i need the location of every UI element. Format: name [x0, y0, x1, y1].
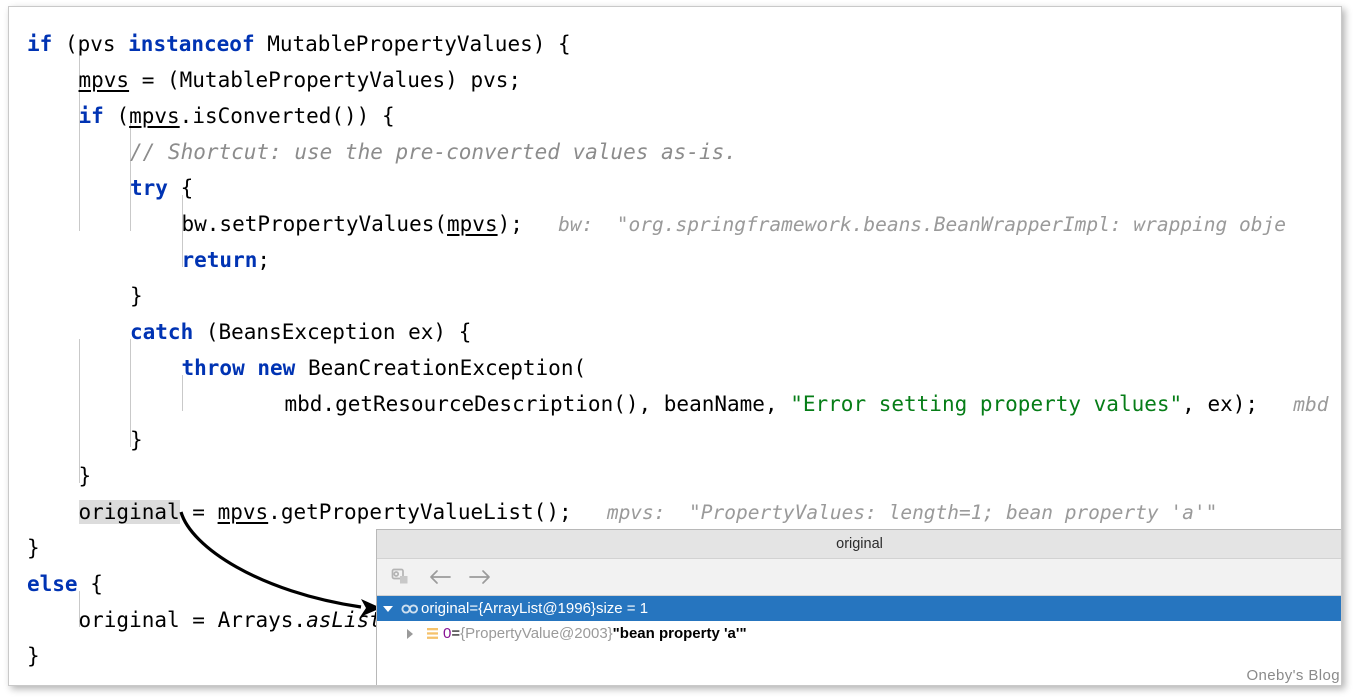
code-line[interactable]: } — [27, 530, 40, 566]
code-token: } — [78, 464, 92, 488]
code-token: mpvs — [129, 104, 180, 128]
watermark: Oneby's Blog — [1246, 667, 1340, 684]
code-line[interactable]: else { — [27, 566, 103, 602]
collection-icon — [399, 603, 421, 615]
chevron-down-icon[interactable] — [377, 603, 399, 615]
code-token: mpvs — [217, 500, 269, 524]
code-token: asList — [306, 608, 382, 632]
tree-node-type: {ArrayList@1996} — [478, 600, 596, 617]
keyword: if — [78, 104, 104, 128]
tree-node-size: size = 1 — [595, 600, 649, 617]
inline-hint: bw: "org.springframework.beans.BeanWrapp… — [522, 213, 1286, 236]
code-token: (BeansException ex) { — [193, 320, 472, 344]
code-token: , ex); — [1182, 392, 1259, 416]
code-line[interactable]: } — [130, 278, 143, 314]
code-token: mpvs — [447, 212, 498, 236]
code-comment: // Shortcut: use the pre-converted value… — [130, 140, 737, 164]
keyword: return — [181, 248, 258, 272]
keyword: throw — [181, 356, 245, 380]
code-token: BeanCreationException( — [295, 356, 587, 380]
code-token: mbd.getResourceDescription(), beanName, — [284, 392, 791, 416]
code-line[interactable]: bw.setPropertyValues(mpvs); bw: "org.spr… — [182, 206, 1287, 242]
debug-variable-tree[interactable]: original = {ArrayList@1996} size = 10 = … — [377, 596, 1341, 646]
tree-node-type: {PropertyValue@2003} — [460, 625, 613, 642]
code-line[interactable]: if (pvs instanceof MutablePropertyValues… — [27, 26, 571, 62]
code-token: } — [130, 284, 143, 308]
chevron-right-icon[interactable] — [399, 628, 421, 640]
code-line[interactable]: return; — [182, 242, 271, 278]
code-token: ; — [257, 248, 271, 272]
keyword: if — [27, 32, 53, 56]
code-token: MutablePropertyValues) { — [254, 32, 571, 56]
tree-row[interactable]: 0 = {PropertyValue@2003} "bean property … — [377, 621, 1341, 646]
code-token: } — [27, 644, 40, 668]
code-line[interactable]: } — [79, 458, 92, 494]
code-token: { — [167, 176, 194, 200]
code-token: { — [77, 572, 103, 596]
code-line[interactable]: original = mpvs.getPropertyValueList(); … — [78, 494, 1218, 530]
code-line[interactable]: if (mpvs.isConverted()) { — [79, 98, 395, 134]
keyword: instanceof — [128, 32, 255, 56]
popup-title: original — [836, 536, 883, 552]
code-editor-window: if (pvs instanceof MutablePropertyValues… — [8, 6, 1342, 686]
tree-node-equals: = — [451, 625, 461, 642]
popup-titlebar: original — [377, 530, 1341, 559]
code-line[interactable]: mbd.getResourceDescription(), beanName, … — [285, 386, 1329, 422]
tree-node-name: original — [421, 600, 470, 617]
code-token: ( — [103, 104, 130, 128]
code-token: .getPropertyValueList(); — [268, 500, 572, 524]
code-line[interactable]: original = Arrays.asList — [79, 602, 382, 638]
code-line[interactable]: mpvs = (MutablePropertyValues) pvs; — [79, 62, 522, 98]
code-token: .isConverted()) { — [179, 104, 395, 128]
keyword: catch — [130, 320, 194, 344]
inline-hint: mpvs: "PropertyValues: length=1; bean pr… — [571, 501, 1218, 524]
code-token: bw.setPropertyValues( — [181, 212, 448, 236]
code-line[interactable]: // Shortcut: use the pre-converted value… — [130, 134, 737, 170]
code-token: = (MutablePropertyValues) pvs; — [129, 68, 522, 92]
keyword: else — [27, 572, 78, 596]
tree-row[interactable]: original = {ArrayList@1996} size = 1 — [377, 596, 1341, 621]
keyword: new — [257, 356, 296, 380]
inline-hint: mbd — [1258, 393, 1329, 416]
object-icon — [421, 627, 443, 640]
popup-toolbar[interactable] — [377, 559, 1341, 596]
code-line[interactable]: try { — [130, 170, 193, 206]
code-line[interactable]: catch (BeansException ex) { — [130, 314, 471, 350]
keyword: try — [130, 176, 168, 200]
code-token: mpvs — [78, 68, 130, 92]
tree-node-value: "bean property 'a'" — [612, 625, 747, 642]
code-line[interactable]: } — [27, 638, 40, 674]
arrow-right-icon[interactable] — [466, 564, 494, 590]
code-token: ); — [497, 212, 523, 236]
code-token: = — [179, 500, 218, 524]
arrow-left-icon[interactable] — [426, 564, 454, 590]
tree-node-name: 0 — [443, 625, 452, 642]
code-line[interactable]: throw new BeanCreationException( — [182, 350, 587, 386]
debug-value-popup[interactable]: original original = {ArrayList@1996} siz… — [376, 529, 1341, 685]
code-token: original = Arrays. — [78, 608, 307, 632]
add-to-watches-icon[interactable] — [386, 564, 414, 590]
code-token: (pvs — [52, 32, 129, 56]
code-token: } — [130, 428, 143, 452]
code-line[interactable]: } — [130, 422, 143, 458]
string-literal: "Error setting property values" — [790, 392, 1183, 416]
code-token: } — [27, 536, 40, 560]
selected-token: original — [78, 500, 180, 524]
tree-node-equals: = — [469, 600, 479, 617]
